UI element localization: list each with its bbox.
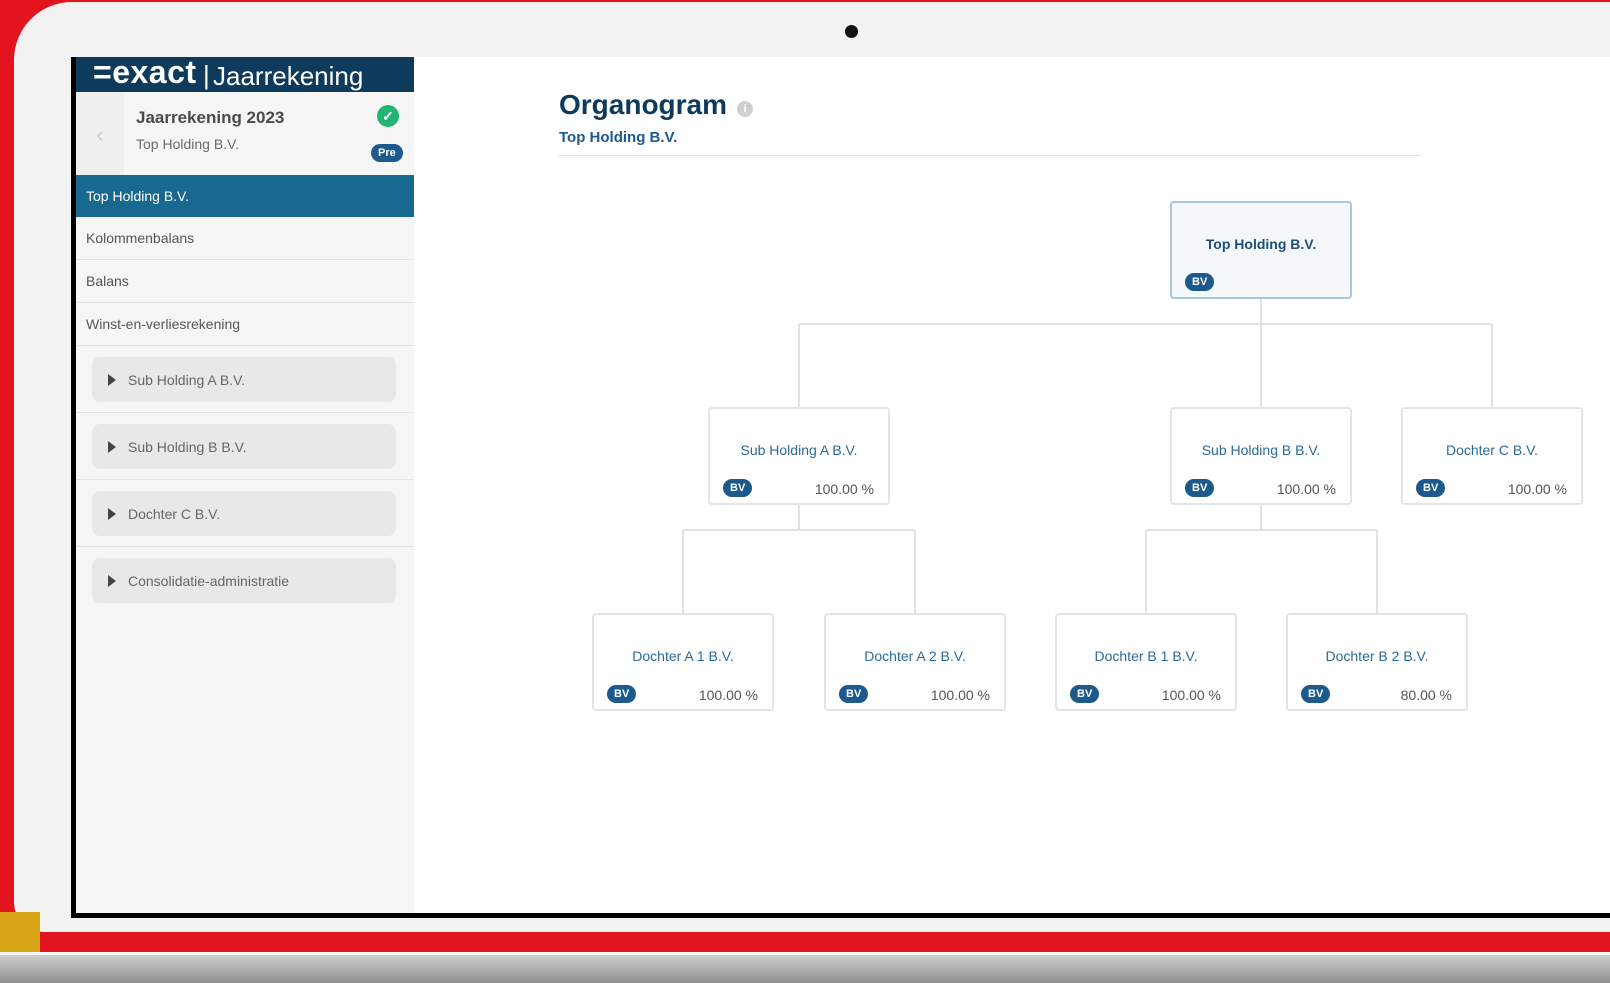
entity-type-label: BV: [723, 479, 753, 497]
org-node-root[interactable]: Top Holding B.V. BV: [1170, 201, 1352, 299]
ownership-percentage: 100.00 %: [698, 687, 758, 703]
caret-right-icon: [108, 574, 116, 587]
group-label: Sub Holding B B.V.: [128, 438, 247, 455]
entity-type-badge: BV: [1301, 684, 1331, 703]
entity-type-badge: BV: [607, 684, 637, 703]
logo-product-name: Jaarrekening: [213, 61, 364, 91]
entity-type-badge: BV: [1185, 478, 1215, 497]
ownership-percentage: 80.00 %: [1400, 687, 1452, 703]
status-badge-wrap: Pre: [371, 143, 405, 162]
entity-type-badge: BV: [1070, 684, 1100, 703]
ownership-percentage: 100.00 %: [1507, 481, 1567, 497]
context-panel: ‹ Jaarrekening 2023 Top Holding B.V. ✓ P…: [76, 92, 414, 177]
context-company: Top Holding B.V.: [136, 136, 239, 152]
caret-right-icon: [108, 373, 116, 386]
org-node-name: Dochter A 2 B.V.: [864, 648, 966, 664]
org-node-name: Sub Holding A B.V.: [740, 442, 858, 458]
status-badge: Pre: [371, 144, 403, 162]
app-logo: =exact | Jaarrekening: [76, 57, 414, 92]
entity-type-label: BV: [839, 685, 869, 703]
entity-type-label: BV: [1416, 479, 1446, 497]
org-node-name: Sub Holding B B.V.: [1201, 442, 1321, 458]
org-node[interactable]: Sub Holding A B.V. BV 100.00 %: [708, 407, 890, 505]
laptop-base: [0, 955, 1610, 983]
ownership-percentage: 100.00 %: [1276, 481, 1336, 497]
caret-right-icon: [108, 507, 116, 520]
entity-type-label: BV: [607, 685, 637, 703]
camera-icon: [845, 25, 858, 38]
org-node[interactable]: Dochter B 2 B.V. BV 80.00 %: [1286, 613, 1468, 711]
org-node[interactable]: Dochter C B.V. BV 100.00 %: [1401, 407, 1583, 505]
org-node[interactable]: Dochter A 1 B.V. BV 100.00 %: [592, 613, 774, 711]
entity-type-label: BV: [1185, 479, 1215, 497]
entity-type-badge: BV: [1416, 478, 1446, 497]
sidebar-group-sub-holding-a[interactable]: Sub Holding A B.V.: [92, 357, 396, 402]
sidebar-item-winst-en-verlies[interactable]: Winst-en-verliesrekening: [76, 303, 414, 346]
ownership-percentage: 100.00 %: [814, 481, 874, 497]
entity-type-badge: BV: [723, 478, 753, 497]
sidebar-group-row: Sub Holding A B.V.: [76, 346, 414, 413]
entity-type-label: BV: [1301, 685, 1331, 703]
org-node-name: Top Holding B.V.: [1205, 236, 1317, 252]
sidebar-item-balans[interactable]: Balans: [76, 260, 414, 303]
laptop-screen: =exact | Jaarrekening ‹ Jaarrekening 202…: [71, 57, 1610, 918]
app-window: =exact | Jaarrekening ‹ Jaarrekening 202…: [76, 57, 1610, 913]
entity-type-badge: BV: [839, 684, 869, 703]
sidebar-group-sub-holding-b[interactable]: Sub Holding B B.V.: [92, 424, 396, 469]
sidebar-group-row: Consolidatie-administratie: [76, 547, 414, 614]
context-title: Jaarrekening 2023: [136, 108, 285, 127]
check-icon: ✓: [377, 105, 399, 127]
group-label: Consolidatie-administratie: [128, 572, 290, 589]
background-edge: [0, 912, 40, 952]
group-label: Sub Holding A B.V.: [128, 371, 246, 388]
logo-separator: |: [203, 60, 210, 90]
entity-type-label: BV: [1185, 273, 1215, 291]
org-node[interactable]: Sub Holding B B.V. BV 100.00 %: [1170, 407, 1352, 505]
sidebar-item-active[interactable]: Top Holding B.V.: [76, 175, 414, 217]
sidebar-group-row: Sub Holding B B.V.: [76, 413, 414, 480]
sidebar-group-consolidatie[interactable]: Consolidatie-administratie: [92, 558, 396, 603]
entity-type-label: BV: [1070, 685, 1100, 703]
main-content: Organogram i Top Holding B.V. Top Holdin…: [414, 57, 1610, 913]
sidebar-group-dochter-c[interactable]: Dochter C B.V.: [92, 491, 396, 536]
org-node-name: Dochter B 2 B.V.: [1325, 648, 1429, 664]
org-node[interactable]: Dochter A 2 B.V. BV 100.00 %: [824, 613, 1006, 711]
sidebar-item-kolommenbalans[interactable]: Kolommenbalans: [76, 217, 414, 260]
group-label: Dochter C B.V.: [128, 505, 221, 522]
caret-right-icon: [108, 440, 116, 453]
ownership-percentage: 100.00 %: [930, 687, 990, 703]
org-node[interactable]: Dochter B 1 B.V. BV 100.00 %: [1055, 613, 1237, 711]
entity-type-badge: BV: [1185, 272, 1215, 291]
sidebar: =exact | Jaarrekening ‹ Jaarrekening 202…: [76, 57, 414, 913]
org-node-name: Dochter C B.V.: [1445, 442, 1539, 458]
org-node-name: Dochter A 1 B.V.: [632, 648, 734, 664]
sidebar-group-row: Dochter C B.V.: [76, 480, 414, 547]
back-chevron-icon[interactable]: ‹: [76, 92, 124, 177]
org-node-name: Dochter B 1 B.V.: [1094, 648, 1198, 664]
ownership-percentage: 100.00 %: [1161, 687, 1221, 703]
logo-text: =exact: [93, 57, 197, 90]
